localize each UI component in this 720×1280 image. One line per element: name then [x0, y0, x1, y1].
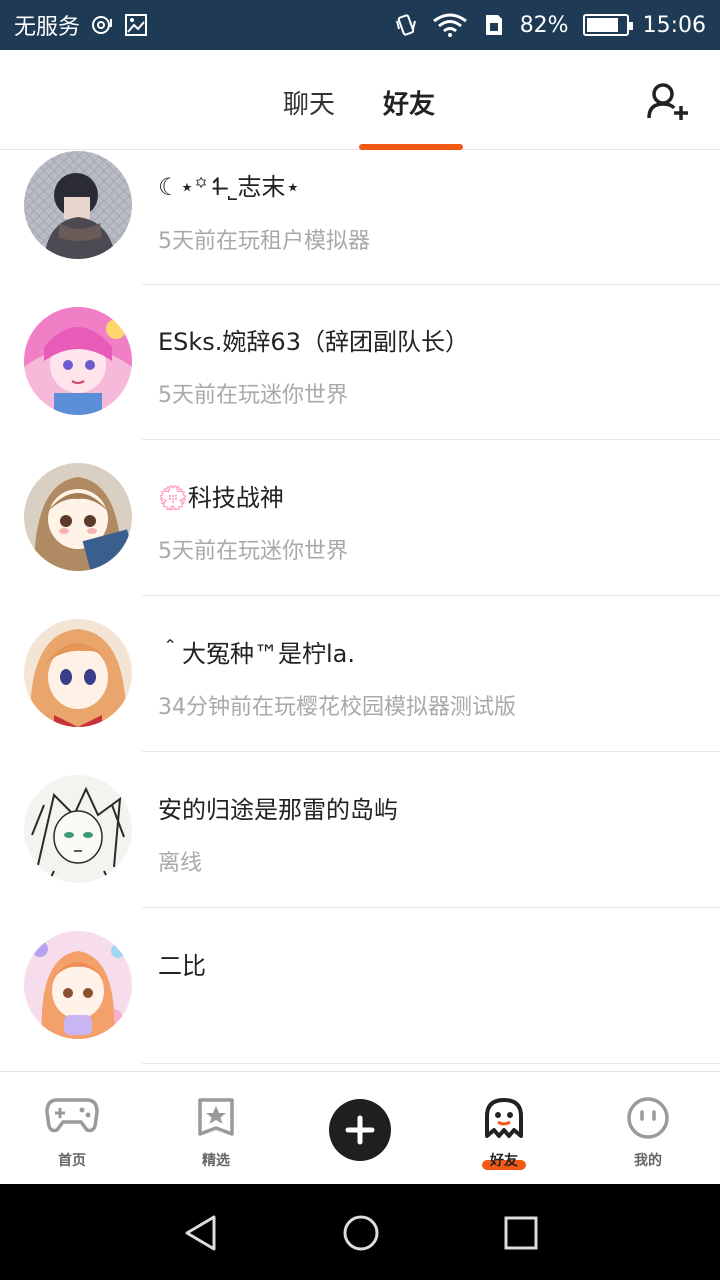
battery-percent: 82% [519, 12, 569, 38]
friend-name: ☾⋆꙳↿̶˾志末⋆ [158, 173, 301, 201]
carrier-text: 无服务 [14, 15, 81, 40]
nav-friends[interactable]: 好友 [432, 1072, 576, 1185]
vibrate-icon [395, 14, 416, 36]
nav-featured-label: 精选 [202, 1153, 230, 1169]
status-bar: 无服务 82% 15:06 [0, 0, 720, 50]
home-icon[interactable] [342, 1214, 380, 1252]
image-icon [125, 14, 148, 36]
avatar [24, 931, 132, 1039]
friend-row[interactable]: ＾大冤种™是柠la. 34分钟前在玩樱花校园模拟器测试版 [0, 596, 720, 752]
battery-fill [586, 18, 618, 32]
plus-icon [345, 1115, 375, 1145]
friend-row[interactable]: 安的归途是那雷的岛屿 离线 [0, 752, 720, 908]
wifi-icon [432, 13, 467, 37]
create-button[interactable] [329, 1099, 391, 1161]
friend-row[interactable]: 二比 [0, 908, 720, 1064]
friend-row[interactable]: ☾⋆꙳↿̶˾志末⋆ 5天前在玩租户模拟器 [0, 151, 720, 285]
bottom-nav: 首页 精选 好友 我的 [0, 1071, 720, 1184]
gamepad-icon [45, 1098, 99, 1133]
friend-status: 5天前在玩迷你世界 [158, 539, 348, 564]
friend-status: 34分钟前在玩樱花校园模拟器测试版 [158, 695, 516, 720]
nav-home[interactable]: 首页 [0, 1072, 144, 1185]
star-bookmark-icon [198, 1098, 234, 1136]
friend-name: 安的归途是那雷的岛屿 [158, 796, 398, 824]
nav-profile[interactable]: 我的 [576, 1072, 720, 1185]
nav-friends-label: 好友 [490, 1153, 518, 1169]
battery-icon [582, 14, 633, 36]
system-nav-bar [0, 1184, 720, 1280]
row-divider [142, 1063, 720, 1064]
avatar [24, 775, 132, 883]
friend-status: 5天前在玩租户模拟器 [158, 229, 370, 254]
nav-featured[interactable]: 精选 [144, 1072, 288, 1185]
clock: 15:06 [642, 12, 706, 38]
ghost-icon [485, 1098, 523, 1138]
nav-home-label: 首页 [58, 1153, 86, 1169]
friend-status: 5天前在玩迷你世界 [158, 383, 348, 408]
friend-name: 💮科技战神 [158, 484, 284, 512]
tab-chat[interactable]: 聊天 [283, 84, 335, 121]
friend-name: ＾大冤种™是柠la. [158, 640, 356, 668]
friend-list: ☾⋆꙳↿̶˾志末⋆ 5天前在玩租户模拟器 ESks.婉辞63（辞团副队长） 5天… [0, 151, 720, 1071]
sim-icon [485, 15, 502, 35]
avatar [24, 619, 132, 727]
hotspot-icon [92, 16, 113, 34]
avatar [24, 307, 132, 415]
avatar [24, 463, 132, 571]
smiley-icon [627, 1097, 669, 1139]
friend-status: 离线 [158, 851, 203, 876]
friend-row[interactable]: ESks.婉辞63（辞团副队长） 5天前在玩迷你世界 [0, 284, 720, 440]
add-user-icon[interactable] [646, 80, 690, 124]
recents-icon[interactable] [504, 1216, 538, 1250]
tab-friends[interactable]: 好友 [383, 84, 435, 121]
active-tab-indicator [359, 144, 463, 150]
avatar [24, 151, 132, 259]
friend-name: 二比 [158, 952, 206, 980]
friend-name: ESks.婉辞63（辞团副队长） [158, 328, 469, 356]
nav-profile-label: 我的 [634, 1153, 662, 1169]
friend-row[interactable]: 💮科技战神 5天前在玩迷你世界 [0, 440, 720, 596]
back-icon[interactable] [182, 1214, 220, 1252]
top-tab-bar: 聊天 好友 [0, 50, 720, 150]
